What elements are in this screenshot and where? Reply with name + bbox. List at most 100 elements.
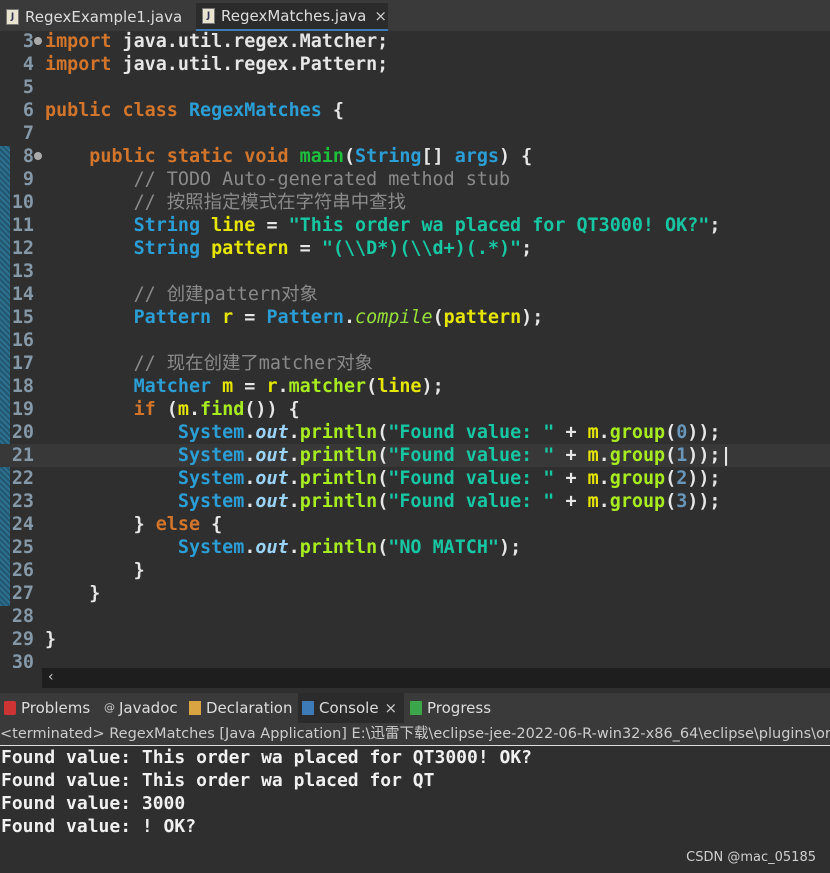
code-line[interactable]: 21 System.out.println("Found value: " + … [0,444,830,467]
line-number: 29 [11,629,34,650]
code-line[interactable]: 18 Matcher m = r.matcher(line); [0,375,830,398]
code-token-pl: ); [421,376,444,397]
tab-javadoc[interactable]: @ Javadoc [100,693,178,723]
declaration-icon [189,701,201,715]
line-number: 24 [11,514,34,535]
console-line: Found value: This order wa placed for QT… [1,747,533,768]
code-token-cls: args [454,146,499,167]
code-line[interactable]: 19 if (m.find()) { [0,398,830,421]
code-text: String pattern = "(\\D*)(\\d+)(.*)"; [45,237,533,260]
code-token-num: 0 [676,422,688,443]
code-token-mcall: group [609,468,666,489]
line-number: 14 [11,284,34,305]
close-tab-icon[interactable]: × [374,7,387,25]
code-line[interactable]: 26 } [0,559,830,582]
code-token-pl: = [233,307,267,328]
code-text: Matcher m = r.matcher(line); [45,375,444,398]
code-line[interactable]: 9 // TODO Auto-generated method stub [0,168,830,191]
code-token-pl: ( [665,468,677,489]
code-token-pl: ) { [499,146,533,167]
tab-declaration[interactable]: Declaration [185,693,292,723]
code-token-pl: )); [687,491,721,512]
code-line[interactable]: 23 System.out.println("Found value: " + … [0,490,830,513]
code-token-pl: ( [377,491,389,512]
code-token-pl: java.util.regex.Matcher; [111,31,389,52]
code-text: System.out.println("Found value: " + m.g… [45,421,721,444]
code-token-pl: . [288,468,300,489]
code-line[interactable]: 22 System.out.println("Found value: " + … [0,467,830,490]
code-line[interactable]: 8 public static void main(String[] args)… [0,145,830,168]
tab-regexexample1[interactable]: J RegexExample1.java [0,3,182,31]
code-line[interactable]: 30 [0,651,830,668]
code-line[interactable]: 4 import java.util.regex.Pattern; [0,53,830,76]
code-token-method: main [299,146,344,167]
code-token-pl: )); [687,468,721,489]
code-line[interactable]: 27 } [0,582,830,605]
line-number: 15 [11,307,34,328]
code-line[interactable]: 6 public class RegexMatches { [0,99,830,122]
code-token-pl: ); [521,307,544,328]
code-token-fld: out [255,491,289,512]
code-token-com: // 创建pattern对象 [133,284,318,305]
code-token-fld: out [255,445,289,466]
code-token-pl: + [554,445,588,466]
line-number: 25 [11,537,34,558]
code-token-pl: . [598,422,610,443]
scroll-left-icon[interactable]: ‹ [48,669,54,685]
line-number: 22 [11,468,34,489]
code-text: System.out.println("Found value: " + m.g… [45,467,721,490]
code-line[interactable]: 13 [0,260,830,283]
code-token-kw: if [133,399,156,420]
code-line[interactable]: 12 String pattern = "(\\D*)(\\d+)(.*)"; [0,237,830,260]
code-line[interactable]: 7 [0,122,830,145]
code-line[interactable]: 25 System.out.println("NO MATCH"); [0,536,830,559]
code-token-var: pattern [211,238,289,259]
editor-tab-bar: J RegexExample1.java J RegexMatches.java… [0,0,830,31]
code-token-pl: . [244,445,256,466]
code-line[interactable]: 11 String line = "This order wa placed f… [0,214,830,237]
progress-icon [410,701,422,715]
code-token-pl: . [244,468,256,489]
code-token-pl: } [45,514,156,535]
code-text: // 创建pattern对象 [45,283,318,306]
code-text: Pattern r = Pattern.compile(pattern); [45,306,544,329]
code-text: } [45,628,56,651]
tab-regexmatches[interactable]: J RegexMatches.java × [196,3,388,31]
code-line[interactable]: 24 } else { [0,513,830,536]
code-line[interactable]: 5 [0,76,830,99]
line-number: 6 [22,100,34,121]
code-line[interactable]: 28 [0,605,830,628]
code-token-str: "Found value: " [388,491,555,512]
code-token-pl: ; [709,215,721,236]
code-line[interactable]: 16 [0,329,830,352]
fold-toggle-icon[interactable] [34,37,42,45]
horizontal-scrollbar[interactable]: ‹ [0,668,830,688]
code-token-mcall: group [609,491,666,512]
code-text: import java.util.regex.Pattern; [45,53,388,76]
code-text: } else { [45,513,223,536]
tab-console[interactable]: Console × [298,693,404,723]
code-token-pl: ()) { [244,399,300,420]
code-line[interactable]: 15 Pattern r = Pattern.compile(pattern); [0,306,830,329]
tab-problems[interactable]: Problems [0,693,90,723]
close-console-icon[interactable]: × [385,699,398,717]
code-token-cls: System [177,491,245,512]
code-token-com: // 现在创建了matcher对象 [133,353,374,374]
code-token-str: "NO MATCH" [388,537,500,558]
code-line[interactable]: 14 // 创建pattern对象 [0,283,830,306]
line-number: 18 [11,376,34,397]
code-line[interactable]: 10 // 按照指定模式在字符串中查找 [0,191,830,214]
tab-progress[interactable]: Progress [406,693,491,723]
code-line[interactable]: 17 // 现在创建了matcher对象 [0,352,830,375]
code-editor[interactable]: 3 import java.util.regex.Matcher; 4 import … [0,31,830,668]
code-line[interactable]: 3 import java.util.regex.Matcher; [0,31,830,53]
fold-toggle-icon[interactable] [34,152,42,160]
code-line[interactable]: 29} [0,628,830,651]
code-line[interactable]: 20 System.out.println("Found value: " + … [0,421,830,444]
code-token-var: m [587,468,599,489]
code-token-pl: { [200,514,223,535]
